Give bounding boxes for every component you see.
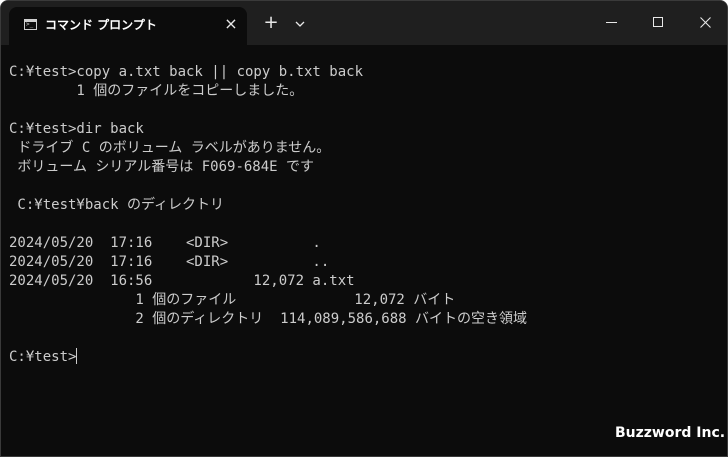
terminal-line: C:¥test>copy a.txt back || copy b.txt ba… <box>9 64 364 80</box>
maximize-button[interactable] <box>635 1 681 37</box>
close-tab-icon[interactable]: × <box>223 16 239 32</box>
terminal-line: C:¥test¥back のディレクトリ <box>9 197 225 213</box>
tab-command-prompt[interactable]: コマンド プロンプト × <box>9 7 247 45</box>
terminal-icon <box>24 19 37 30</box>
watermark: Buzzword Inc. <box>615 425 726 441</box>
close-icon <box>700 17 711 28</box>
tab-title: コマンド プロンプト <box>45 18 157 32</box>
maximize-icon <box>653 17 663 27</box>
terminal-line: ドライブ C のボリューム ラベルがありません。 <box>9 140 331 156</box>
new-tab-button[interactable]: + <box>262 14 280 32</box>
minimize-button[interactable] <box>588 1 634 37</box>
prompt-text: C:¥test> <box>9 349 77 365</box>
minimize-icon <box>606 22 617 23</box>
terminal-window: コマンド プロンプト × + C:¥test>copy a.txt back |… <box>0 0 728 457</box>
title-bar: コマンド プロンプト × + <box>1 1 727 45</box>
terminal-line: 2024/05/20 17:16 <DIR> . <box>9 235 321 251</box>
prompt-line[interactable]: C:¥test> <box>9 348 727 367</box>
terminal-line: 2024/05/20 16:56 12,072 a.txt <box>9 273 355 289</box>
chevron-down-icon[interactable] <box>293 16 307 30</box>
text-cursor <box>76 348 78 364</box>
terminal-line: 1 個のファイル 12,072 バイト <box>9 292 456 308</box>
terminal-line: ボリューム シリアル番号は F069-684E です <box>9 159 315 175</box>
terminal-line: 2024/05/20 17:16 <DIR> .. <box>9 254 330 270</box>
window-close-button[interactable] <box>682 1 727 37</box>
terminal-line: 2 個のディレクトリ 114,089,586,688 バイトの空き領域 <box>9 311 528 327</box>
terminal-output[interactable]: C:¥test>copy a.txt back || copy b.txt ba… <box>9 63 727 456</box>
terminal-line: C:¥test>dir back <box>9 121 144 137</box>
terminal-line: 1 個のファイルをコピーしました。 <box>9 83 304 99</box>
